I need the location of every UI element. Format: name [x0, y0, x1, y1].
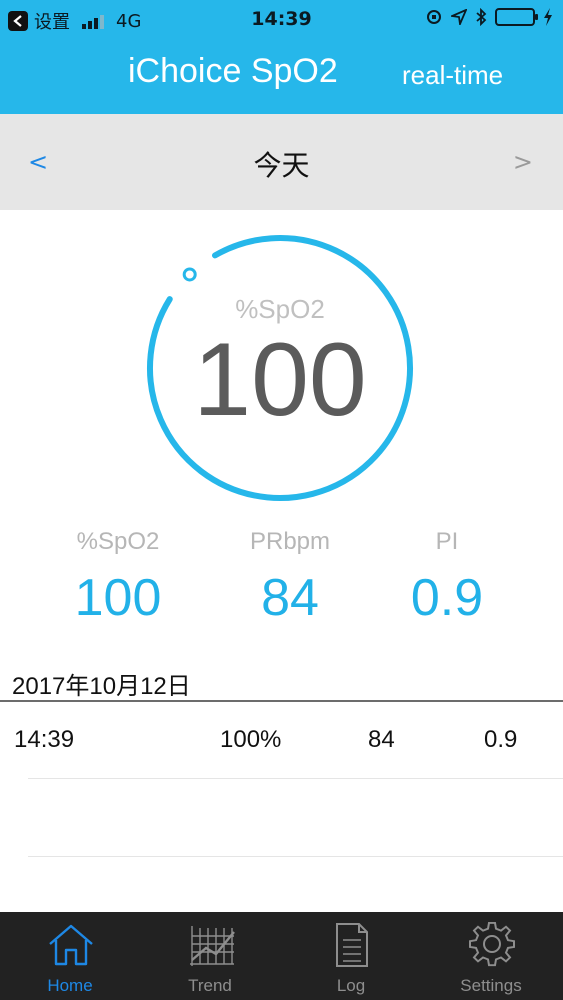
- home-icon: [49, 924, 93, 966]
- app-header: iChoice SpO2 real-time: [0, 40, 563, 114]
- date-navigation: < 今天 >: [0, 114, 563, 210]
- tab-label: Settings: [460, 976, 522, 995]
- tab-label: Trend: [188, 976, 232, 995]
- tab-label: Log: [336, 976, 366, 995]
- tab-home[interactable]: Home: [0, 912, 140, 1000]
- metric-pi: PI 0.9: [367, 528, 527, 628]
- metric-pr: PRbpm 84: [210, 528, 370, 628]
- status-bar: 设置 4G 14:39: [0, 0, 563, 40]
- trend-chart-icon: [190, 926, 235, 966]
- tab-bar: Home Trend Log Settings: [0, 912, 563, 1000]
- row-time: 14:39: [14, 726, 75, 753]
- log-divider: [0, 700, 563, 702]
- app-title: iChoice SpO2: [128, 52, 338, 90]
- row-pr: 84: [368, 726, 395, 753]
- metric-label: %SpO2: [76, 528, 160, 555]
- tab-log[interactable]: Log: [281, 912, 421, 1000]
- metric-label: PRbpm: [249, 528, 331, 555]
- row-separator: [28, 778, 563, 779]
- tab-settings[interactable]: Settings: [421, 912, 561, 1000]
- spo2-gauge: %SpO2 100: [140, 228, 420, 508]
- gear-icon: [469, 922, 515, 967]
- gauge-label: %SpO2: [235, 294, 325, 324]
- row-spo2: 100%: [220, 726, 282, 753]
- metric-value: 0.9: [410, 569, 484, 627]
- log-date-header: 2017年10月12日: [12, 673, 191, 700]
- row-separator: [28, 856, 563, 857]
- gauge-value: 100: [193, 322, 367, 438]
- app-subtitle: real-time: [402, 60, 504, 90]
- orientation-lock-icon: [427, 10, 441, 24]
- log-document-icon: [336, 923, 368, 967]
- row-pi: 0.9: [484, 726, 518, 753]
- tab-label: Home: [47, 976, 93, 995]
- metric-label: PI: [435, 528, 459, 555]
- metric-value: 84: [261, 569, 319, 627]
- battery-icon: [495, 8, 538, 26]
- tab-trend[interactable]: Trend: [140, 912, 280, 1000]
- gauge-end-knob: [182, 267, 197, 282]
- location-arrow-icon: [451, 9, 467, 25]
- current-day-label: 今天: [253, 149, 310, 182]
- metric-spo2: %SpO2 100: [38, 528, 198, 628]
- charging-bolt-icon: [544, 8, 552, 26]
- bluetooth-icon: [476, 8, 487, 26]
- metric-value: 100: [74, 569, 162, 627]
- status-right: [425, 8, 553, 26]
- next-day-button[interactable]: >: [513, 148, 533, 176]
